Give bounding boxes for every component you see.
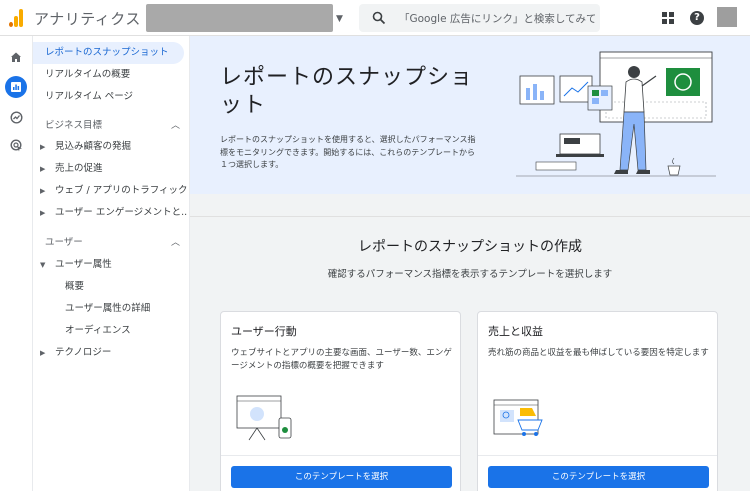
explore-icon[interactable] [5, 106, 27, 128]
account-selector[interactable] [146, 4, 333, 32]
chevron-up-icon: ︿ [170, 238, 180, 248]
sidebar-item-demographics[interactable]: ▼ ユーザー属性 [33, 254, 188, 276]
section-title: ビジネス目標 [45, 120, 103, 131]
hero-description: レポートのスナップショットを使用すると、選択したパフォーマンス指標をモニタリング… [220, 135, 476, 169]
card-title: ユーザー行動 [231, 325, 297, 338]
sidebar-item-engagement[interactable]: ▶ ユーザー エンゲージメントと... [33, 202, 188, 224]
sidebar-item-report-snapshot[interactable]: レポートのスナップショット [33, 42, 184, 64]
card-title: 売上と収益 [488, 325, 543, 338]
create-snapshot-panel: レポートのスナップショットの作成 確認するパフォーマンス指標を表示するテンプレー… [190, 216, 750, 491]
template-card-sales-revenue[interactable]: 売上と収益 売れ筋の商品と収益を最も伸ばしている要因を特定します このテンプレー… [477, 311, 718, 491]
sidebar-item-label: ユーザー属性 [55, 259, 112, 270]
sidebar-item-audiences[interactable]: オーディエンス [65, 320, 131, 342]
sidebar-item-traffic[interactable]: ▶ ウェブ / アプリのトラフィック... [33, 180, 188, 202]
card-description: 売れ筋の商品と収益を最も伸ばしている要因を特定します [488, 348, 709, 358]
sidebar-item-lead-generation[interactable]: ▶ 見込み顧客の発掘 [33, 136, 188, 158]
search-bar[interactable]: 「Google 広告にリンク」と検索してみてく... [359, 4, 600, 32]
sidebar-item-label: ユーザー エンゲージメントと... [55, 207, 188, 218]
section-business-objectives[interactable]: ビジネス目標 ︿ [45, 117, 180, 135]
template-card-user-behavior[interactable]: ユーザー行動 ウェブサイトとアプリの主要な画面、ユーザー数、エンゲージメントの指… [220, 311, 461, 491]
section-title: ユーザー [45, 237, 83, 248]
hero-illustration [516, 51, 716, 177]
chevron-up-icon: ︿ [170, 121, 180, 131]
section-user[interactable]: ユーザー ︿ [45, 234, 180, 252]
main-content: レポートのスナップショット レポートのスナップショットを使用すると、選択したパフ… [190, 36, 750, 491]
caret-right-icon: ▶ [40, 165, 46, 173]
nav-rail [0, 36, 33, 491]
card-divider [478, 455, 717, 456]
sidebar-item-label: 売上の促進 [55, 163, 103, 174]
sales-revenue-illustration [493, 399, 543, 436]
sidebar-item-technology[interactable]: ▶ テクノロジー [33, 342, 188, 364]
hero-banner: レポートのスナップショット レポートのスナップショットを使用すると、選択したパフ… [190, 36, 750, 194]
panel-title: レポートのスナップショットの作成 [358, 239, 582, 255]
search-icon [372, 11, 386, 25]
select-template-button-sales-revenue[interactable]: このテンプレートを選択 [488, 466, 709, 488]
advertising-icon[interactable] [5, 134, 27, 156]
card-description: ウェブサイトとアプリの主要な画面、ユーザー数、エンゲージメントの指標の概要を把握… [231, 348, 452, 371]
help-icon[interactable]: ? [690, 11, 704, 25]
reports-icon[interactable] [5, 76, 27, 98]
caret-right-icon: ▶ [40, 187, 46, 195]
caret-right-icon: ▶ [40, 143, 46, 151]
sidebar-item-demographic-details[interactable]: ユーザー属性の詳細 [65, 298, 150, 320]
sidebar-item-drive-sales[interactable]: ▶ 売上の促進 [33, 158, 188, 180]
sidebar-item-overview[interactable]: 概要 [65, 276, 84, 298]
user-behavior-illustration [236, 395, 292, 441]
select-template-button-user-behavior[interactable]: このテンプレートを選択 [231, 466, 452, 488]
apps-grid-icon[interactable] [662, 12, 674, 24]
account-dropdown-icon[interactable]: ▼ [336, 14, 343, 24]
sidebar-item-realtime-pages[interactable]: リアルタイム ページ [33, 86, 184, 108]
caret-right-icon: ▶ [40, 209, 46, 217]
sidebar-item-label: ウェブ / アプリのトラフィック... [55, 185, 188, 196]
card-divider [221, 455, 460, 456]
sidebar-item-label: 見込み顧客の発掘 [55, 141, 132, 152]
sidebar-item-realtime-overview[interactable]: リアルタイムの概要 [33, 64, 184, 86]
top-app-bar: アナリティクス ▼ 「Google 広告にリンク」と検索してみてく... ? [0, 0, 750, 36]
panel-subtitle: 確認するパフォーマンス指標を表示するテンプレートを選択します [327, 269, 613, 280]
avatar[interactable] [717, 7, 737, 27]
caret-down-icon: ▼ [40, 261, 46, 269]
analytics-logo[interactable] [9, 9, 23, 27]
caret-right-icon: ▶ [40, 349, 46, 357]
search-placeholder: 「Google 広告にリンク」と検索してみてく... [399, 13, 595, 25]
page-title: レポートのスナップショット [220, 65, 474, 118]
home-icon[interactable] [5, 46, 27, 68]
app-title: アナリティクス [34, 10, 141, 28]
sidebar-item-label: テクノロジー [55, 347, 112, 358]
sidebar: レポートのスナップショット リアルタイムの概要 リアルタイム ページ ビジネス目… [33, 36, 190, 491]
